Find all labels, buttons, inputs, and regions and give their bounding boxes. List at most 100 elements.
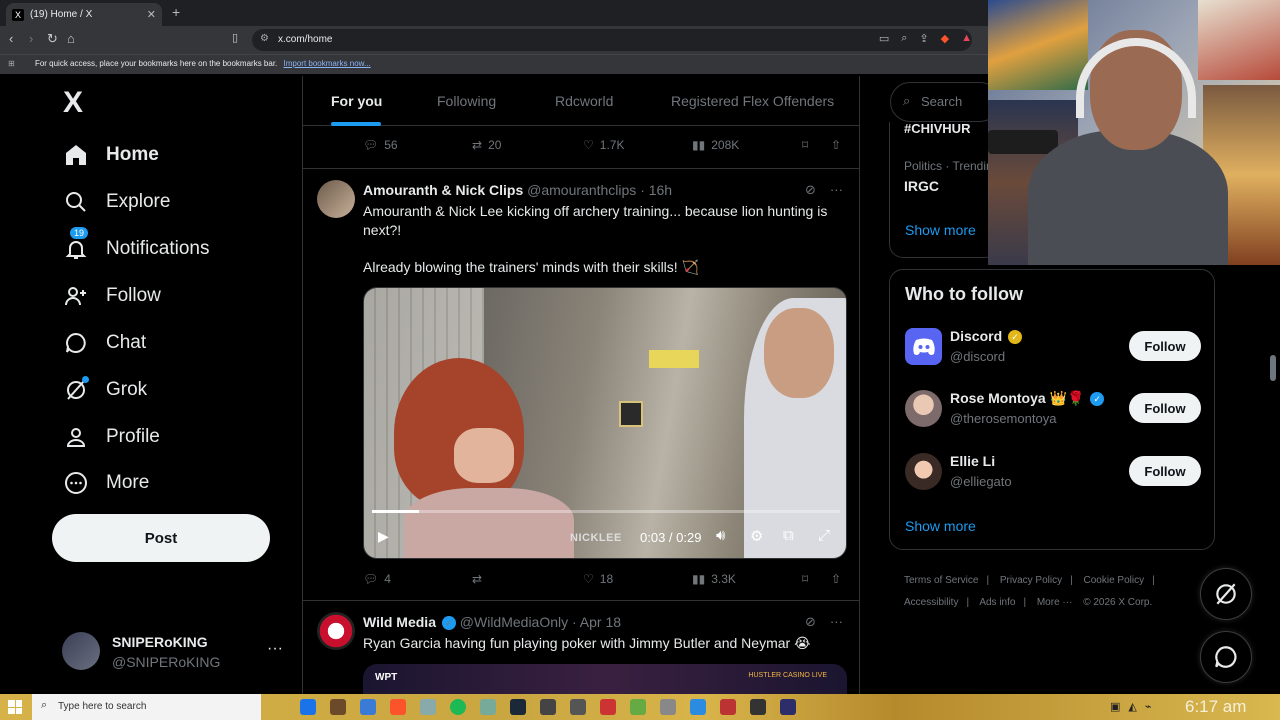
follow-suggestion[interactable]: Discord ✓ @discord Follow: [905, 326, 1205, 370]
site-info-icon[interactable]: ⚙: [260, 33, 269, 44]
steam-icon[interactable]: [510, 699, 526, 715]
footer-link[interactable]: Terms of Service: [904, 575, 978, 586]
tray-icon[interactable]: ▣: [1110, 700, 1120, 713]
repost-button[interactable]: ⇄: [472, 572, 488, 586]
author-name[interactable]: Amouranth & Nick Clips: [363, 182, 523, 198]
nav-item-follow[interactable]: Follow: [62, 281, 161, 311]
brave-rewards-icon[interactable]: ▲: [961, 32, 972, 45]
share-icon[interactable]: ⇪: [919, 32, 928, 45]
tweet-time[interactable]: · Apr 18: [572, 614, 621, 630]
show-more-link[interactable]: Show more: [905, 518, 976, 534]
app-icon[interactable]: [720, 699, 736, 715]
taskbar-clock[interactable]: 6:17 am: [1185, 697, 1246, 717]
address-bar[interactable]: ⚙ x.com/home: [252, 29, 972, 51]
nav-item-grok[interactable]: Grok: [62, 375, 147, 405]
zoom-icon[interactable]: ⌕: [901, 32, 907, 45]
avatar[interactable]: [317, 180, 355, 218]
follow-button[interactable]: Follow: [1129, 393, 1201, 423]
reload-icon[interactable]: ↻: [47, 31, 58, 47]
brave-icon[interactable]: [390, 699, 406, 715]
tweet-time[interactable]: · 16h: [640, 182, 672, 198]
close-icon[interactable]: ✕: [147, 8, 156, 21]
app-icon[interactable]: [600, 699, 616, 715]
author-handle[interactable]: @WildMediaOnly: [460, 614, 568, 630]
bookmark-icon[interactable]: ⌑: [802, 572, 808, 586]
app-icon[interactable]: [630, 699, 646, 715]
tab-registered-flex-offenders[interactable]: Registered Flex Offenders: [671, 93, 834, 109]
footer-link[interactable]: Accessibility: [904, 597, 958, 608]
author-handle[interactable]: @amouranthclips: [527, 182, 636, 198]
repost-button[interactable]: ⇄ 20: [472, 138, 501, 152]
tray-icon[interactable]: ⌁: [1145, 700, 1152, 713]
spotify-icon[interactable]: [450, 699, 466, 715]
fullscreen-icon[interactable]: ⤢: [818, 527, 830, 544]
app-icon[interactable]: [660, 699, 676, 715]
new-tab-icon[interactable]: +: [172, 4, 180, 20]
footer-link[interactable]: More ···: [1037, 597, 1073, 608]
reply-button[interactable]: 💬︎ 4: [363, 572, 391, 586]
search-input[interactable]: ⌕ Search: [890, 82, 1000, 122]
app-icon[interactable]: [420, 699, 436, 715]
follow-suggestion[interactable]: Ellie Li @elliegato Follow: [905, 451, 1205, 495]
play-icon[interactable]: ▶: [378, 528, 389, 545]
nav-item-explore[interactable]: Explore: [62, 187, 170, 217]
like-button[interactable]: ♡ 18: [583, 572, 613, 586]
views-button[interactable]: ▮▮ 208K: [692, 138, 739, 152]
views-button[interactable]: ▮▮ 3.3K: [692, 572, 736, 586]
show-more-link[interactable]: Show more: [905, 222, 976, 238]
app-icon[interactable]: [360, 699, 376, 715]
nav-item-home[interactable]: Home: [62, 140, 159, 170]
follow-button[interactable]: Follow: [1129, 331, 1201, 361]
video-player[interactable]: NICKLEE ▶ 0:03 / 0:29 🔊︎ ⚙ ⧉ ⤢: [363, 287, 847, 559]
browser-tab[interactable]: X (19) Home / X ✕: [6, 3, 162, 26]
app-icon[interactable]: [540, 699, 556, 715]
video-progress-bar[interactable]: [372, 510, 840, 513]
footer-link[interactable]: Ads info: [979, 597, 1015, 608]
footer-link[interactable]: Privacy Policy: [1000, 575, 1062, 586]
post-button[interactable]: Post: [52, 514, 270, 562]
app-icon[interactable]: [480, 699, 496, 715]
app-icon[interactable]: [780, 699, 796, 715]
author-name[interactable]: Wild Media: [363, 614, 436, 630]
gear-icon[interactable]: ⚙: [750, 527, 763, 545]
more-dots-icon[interactable]: ···: [830, 614, 843, 630]
nav-item-chat[interactable]: Chat: [62, 328, 146, 358]
nav-item-more[interactable]: More: [62, 468, 149, 498]
windows-start-icon[interactable]: [8, 700, 22, 714]
app-icon[interactable]: [330, 699, 346, 715]
taskbar-search-input[interactable]: ⌕ Type here to search: [32, 694, 261, 720]
trend-item[interactable]: #CHIVHUR: [904, 121, 970, 136]
apps-grid-icon[interactable]: ⊞: [8, 59, 15, 68]
grok-float-button[interactable]: [1200, 568, 1252, 620]
app-icon[interactable]: [300, 699, 316, 715]
tweet-media[interactable]: WPT HUSTLER CASINO LIVE: [363, 664, 847, 694]
bookmark-icon[interactable]: ⌑: [802, 138, 808, 152]
tab-rdcworld[interactable]: Rdcworld: [555, 93, 613, 109]
scrollbar[interactable]: [1270, 355, 1276, 381]
footer-link[interactable]: Cookie Policy: [1084, 575, 1145, 586]
follow-suggestion[interactable]: Rose Montoya 👑🌹 ✓ @therosemontoya Follow: [905, 388, 1205, 432]
forward-icon[interactable]: ›: [29, 31, 33, 46]
home-browser-icon[interactable]: ⌂: [67, 31, 75, 46]
more-dots-icon[interactable]: ···: [830, 182, 843, 198]
trend-item[interactable]: IRGC: [904, 178, 939, 194]
messages-float-button[interactable]: [1200, 631, 1252, 683]
back-icon[interactable]: ‹: [9, 31, 13, 46]
like-button[interactable]: ♡ 1.7K: [583, 138, 624, 152]
app-icon[interactable]: [750, 699, 766, 715]
more-dots-icon[interactable]: ···: [267, 640, 283, 658]
pip-icon[interactable]: ⧉: [783, 527, 794, 544]
share-icon[interactable]: ⇧: [831, 572, 841, 586]
avatar[interactable]: [317, 612, 355, 650]
account-switcher[interactable]: SNIPERoKING @SNIPERoKING ···: [62, 632, 287, 672]
screen-icon[interactable]: ▭: [879, 32, 889, 45]
follow-button[interactable]: Follow: [1129, 456, 1201, 486]
reply-button[interactable]: 💬︎ 56: [363, 138, 398, 152]
bookmark-icon[interactable]: ▯: [232, 31, 238, 44]
brave-shield-icon[interactable]: ◆: [941, 32, 949, 45]
app-icon[interactable]: [690, 699, 706, 715]
share-icon[interactable]: ⇧: [831, 138, 841, 152]
nav-item-profile[interactable]: Profile: [62, 422, 160, 452]
grok-icon[interactable]: ⊘: [805, 182, 816, 198]
tab-following[interactable]: Following: [437, 93, 496, 109]
